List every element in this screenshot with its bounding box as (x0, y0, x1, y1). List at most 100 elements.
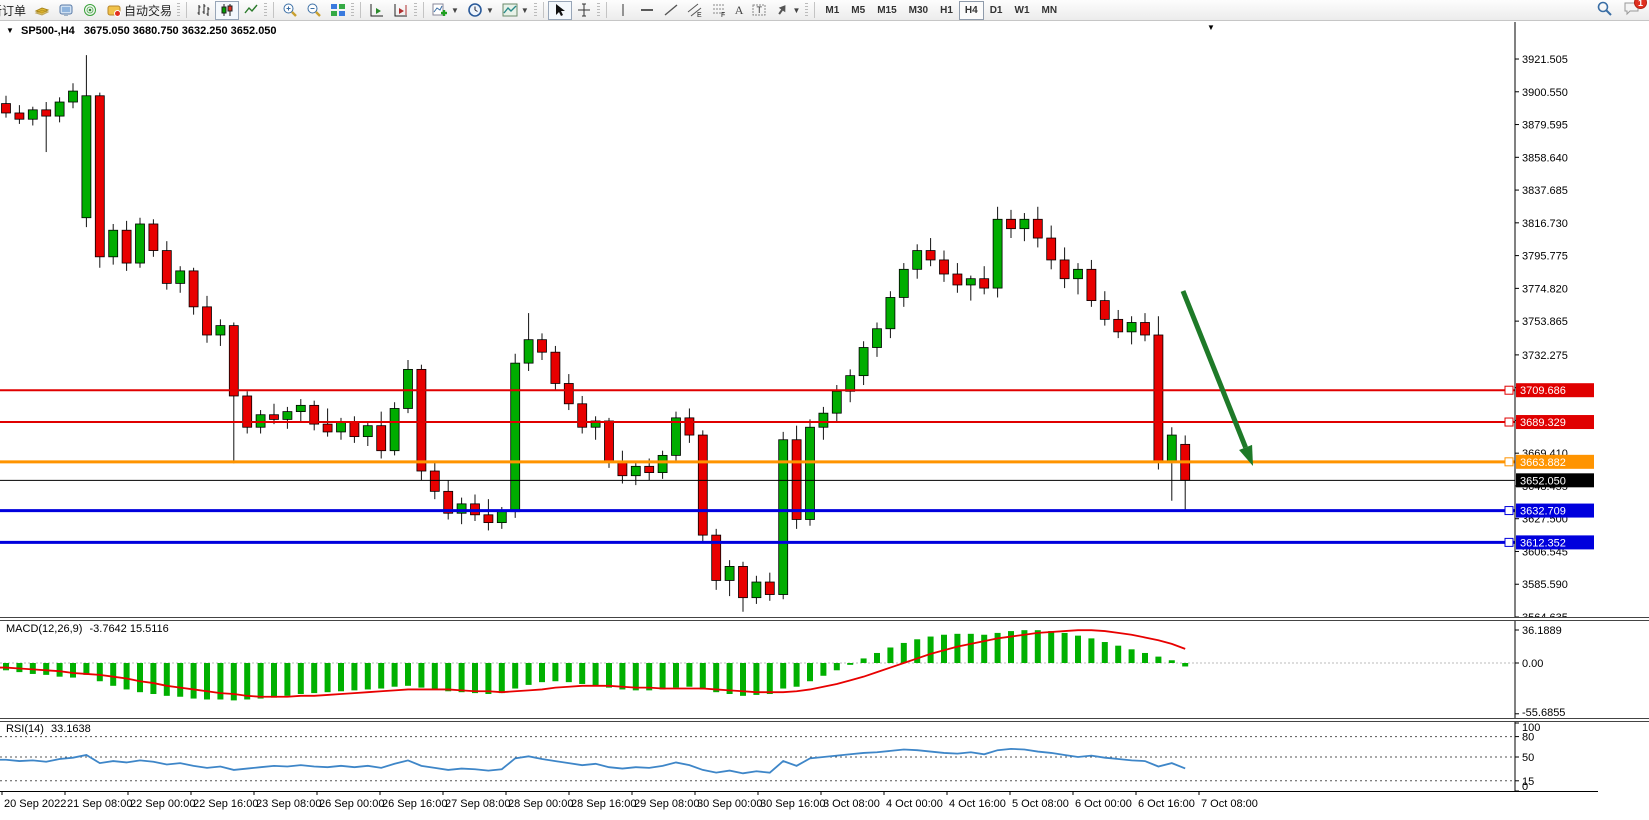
auto-scroll-icon (369, 2, 385, 18)
macd-histogram-bar (378, 663, 384, 689)
tile-windows-button[interactable] (326, 1, 350, 20)
notifications-button[interactable]: 1 (1623, 0, 1641, 21)
rsi-label: RSI(14) 33.1638 (6, 723, 91, 735)
line-chart-button[interactable] (239, 1, 263, 20)
timeframe-w1[interactable]: W1 (1009, 1, 1036, 20)
auto-scroll-button[interactable] (365, 1, 389, 20)
bar-chart-button[interactable] (191, 1, 215, 20)
panel-divider-macd[interactable] (0, 617, 1649, 621)
trend-arrow-line[interactable] (1183, 291, 1246, 447)
text-label-button[interactable]: T (747, 1, 771, 20)
period-button[interactable]: ▼ (463, 1, 498, 20)
cursor-button[interactable] (548, 1, 572, 20)
text-button[interactable]: A (731, 1, 748, 20)
macd-histogram-bar (820, 663, 826, 676)
svg-text:F: F (721, 12, 725, 18)
chart-shift-marker[interactable]: ▼ (1207, 23, 1215, 32)
y-tick-label: 3585.590 (1522, 579, 1568, 591)
trendline-button[interactable] (659, 1, 683, 20)
new-order-button[interactable]: 新订单 (0, 1, 30, 20)
line-handle[interactable] (1505, 386, 1513, 394)
x-tick-label: 30 Sep 16:00 (760, 798, 825, 810)
macd-histogram-bar (311, 663, 317, 693)
x-tick-label: 3 Oct 08:00 (823, 798, 880, 810)
horizontal-line-button[interactable] (635, 1, 659, 20)
timeframe-m1[interactable]: M1 (819, 1, 845, 20)
candle-body (551, 352, 560, 383)
timeframe-d1[interactable]: D1 (984, 1, 1009, 20)
timeframe-m5[interactable]: M5 (845, 1, 871, 20)
macd-histogram-bar (1142, 653, 1148, 663)
candle-body (538, 340, 547, 353)
candle-body (511, 363, 520, 512)
y-tick-label: 3732.275 (1522, 350, 1568, 362)
line-handle[interactable] (1505, 418, 1513, 426)
timeframe-mn[interactable]: MN (1036, 1, 1064, 20)
macd-histogram-bar (753, 663, 759, 695)
vertical-line-button[interactable] (611, 1, 635, 20)
timeframe-h1[interactable]: H1 (934, 1, 959, 20)
candle-body (819, 413, 828, 427)
macd-histogram-bar (552, 663, 558, 681)
new-chart-button[interactable]: ▼ (428, 1, 463, 20)
macd-label: MACD(12,26,9) -3.7642 15.5116 (6, 623, 169, 635)
candle-body (725, 566, 734, 580)
timeframe-m30[interactable]: M30 (903, 1, 934, 20)
candle-body (136, 224, 145, 263)
macd-histogram-bar (673, 663, 679, 688)
zoom-in-button[interactable] (278, 1, 302, 20)
macd-histogram-bar (954, 634, 960, 663)
candle-body (993, 219, 1002, 288)
price-line-badge-label: 3709.686 (1520, 385, 1566, 397)
macd-histogram-bar (365, 663, 371, 689)
candlestick-chart-button[interactable] (215, 1, 239, 20)
crosshair-button[interactable] (572, 1, 596, 20)
candle-body (846, 376, 855, 392)
x-tick-label: 22 Sep 16:00 (193, 798, 258, 810)
auto-trading-button[interactable]: 自动交易 (102, 1, 176, 20)
macd-histogram-bar (1048, 631, 1054, 663)
equidistant-channel-button[interactable]: E (683, 1, 707, 20)
macd-histogram-bar (298, 663, 304, 694)
candle-body (162, 251, 171, 284)
timeframe-m15[interactable]: M15 (871, 1, 902, 20)
candle-body (886, 297, 895, 328)
candle-body (69, 91, 78, 102)
chart-shift-button[interactable] (389, 1, 413, 20)
arrows-button[interactable]: ▼ (771, 1, 804, 20)
chart-dropdown-marker-icon[interactable]: ▼ (6, 26, 14, 35)
candle-body (55, 102, 64, 116)
line-chart-icon (243, 2, 259, 18)
y-tick-label: 3837.685 (1522, 185, 1568, 197)
main-price-chart[interactable]: 3921.5053900.5503879.5953858.6403837.685… (0, 22, 1649, 617)
time-axis[interactable]: 20 Sep 202221 Sep 08:0022 Sep 00:0022 Se… (0, 791, 1649, 820)
y-tick-label: 3921.505 (1522, 54, 1568, 66)
macd-histogram-bar (834, 663, 840, 670)
candle-body (926, 251, 935, 260)
macd-indicator-panel[interactable]: 36.18890.00-55.6855 (0, 621, 1649, 718)
macd-histogram-bar (392, 663, 398, 687)
period-caret-icon: ▼ (486, 6, 494, 15)
terminal-button[interactable] (54, 1, 78, 20)
text-icon: A (735, 3, 744, 18)
panel-divider-rsi[interactable] (0, 718, 1649, 722)
rsi-name: RSI(14) (6, 723, 44, 735)
rsi-indicator-panel[interactable]: 1008050150 (0, 722, 1649, 791)
zoom-out-button[interactable] (302, 1, 326, 20)
search-icon[interactable] (1596, 0, 1613, 21)
candle-body (765, 582, 774, 595)
line-handle[interactable] (1505, 507, 1513, 515)
gold-bar-button[interactable] (30, 1, 54, 20)
templates-button[interactable]: ▼ (498, 1, 533, 20)
timeframe-h4[interactable]: H4 (959, 1, 984, 20)
line-handle[interactable] (1505, 538, 1513, 546)
candle-body (1020, 219, 1029, 228)
macd-histogram-bar (177, 663, 183, 697)
chart-title[interactable]: ▼ SP500-,H4 3675.050 3680.750 3632.250 3… (6, 25, 277, 37)
clock-icon (467, 2, 483, 18)
line-handle[interactable] (1505, 458, 1513, 466)
candle-body (350, 423, 359, 437)
candle-body (229, 326, 238, 396)
signal-button[interactable] (78, 1, 102, 20)
fibonacci-button[interactable]: F (707, 1, 731, 20)
